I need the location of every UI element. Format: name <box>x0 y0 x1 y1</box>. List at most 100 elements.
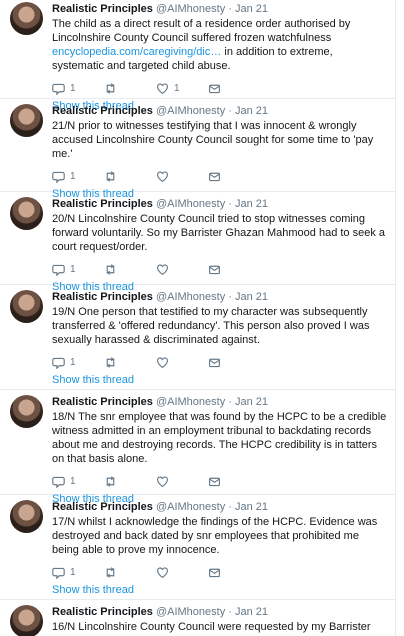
user-handle[interactable]: @AIMhonesty <box>156 291 225 303</box>
dm-button[interactable] <box>208 170 260 183</box>
avatar[interactable] <box>10 500 43 533</box>
reply-icon <box>52 264 65 276</box>
tweet-text: 20/N Lincolnshire County Council tried t… <box>52 213 386 253</box>
user-handle[interactable]: @AIMhonesty <box>156 198 225 210</box>
tweet-actions: 1 <box>52 353 387 371</box>
tweet-actions: 1 1 <box>52 79 387 97</box>
like-button[interactable] <box>156 475 208 488</box>
display-name[interactable]: Realistic Principles <box>52 501 153 513</box>
display-name[interactable]: Realistic Principles <box>52 291 153 303</box>
retweet-button[interactable] <box>104 356 156 369</box>
envelope-icon <box>209 265 220 274</box>
like-button[interactable]: 1 <box>156 82 208 95</box>
heart-icon <box>157 170 168 182</box>
reply-icon <box>52 171 65 183</box>
tweet-text: The child as a direct result of a reside… <box>52 17 387 73</box>
avatar[interactable] <box>10 395 43 428</box>
user-handle[interactable]: @AIMhonesty <box>156 501 225 513</box>
tweet-card[interactable]: Realistic Principles @AIMhonesty · Jan 2… <box>0 99 395 200</box>
display-name[interactable]: Realistic Principles <box>52 396 153 408</box>
separator-dot: · <box>228 606 232 618</box>
show-thread-link[interactable]: Show this thread <box>52 374 387 386</box>
tweet-text: 19/N One person that testified to my cha… <box>52 306 370 346</box>
display-name[interactable]: Realistic Principles <box>52 198 153 210</box>
retweet-button[interactable] <box>104 263 156 276</box>
tweet-card[interactable]: Realistic Principles @AIMhonesty · Jan 2… <box>0 495 395 600</box>
separator-dot: · <box>228 291 232 303</box>
dm-button[interactable] <box>208 82 260 95</box>
dm-button[interactable] <box>208 475 260 488</box>
show-thread-link[interactable]: Show this thread <box>52 584 387 596</box>
tweet-card[interactable]: Realistic Principles @AIMhonesty · Jan 2… <box>0 390 395 505</box>
tweet-text: 21/N prior to witnesses testifying that … <box>52 120 374 160</box>
retweet-button[interactable] <box>104 82 156 95</box>
tweet-date[interactable]: Jan 21 <box>235 606 268 618</box>
like-button[interactable] <box>156 356 208 369</box>
tweet-timeline: Realistic Principles @AIMhonesty · Jan 2… <box>0 0 396 636</box>
tweet-header: Realistic Principles @AIMhonesty · Jan 2… <box>52 197 387 211</box>
avatar[interactable] <box>10 290 43 323</box>
retweet-button[interactable] <box>104 566 156 579</box>
dm-button[interactable] <box>208 566 260 579</box>
tweet-date[interactable]: Jan 21 <box>235 3 268 15</box>
tweet-text: 18/N The snr employee that was found by … <box>52 411 387 465</box>
avatar[interactable] <box>10 2 43 35</box>
reply-icon <box>52 476 65 488</box>
like-count: 1 <box>174 82 180 94</box>
reply-count: 1 <box>70 263 76 275</box>
reply-count: 1 <box>70 170 76 182</box>
tweet-actions: 1 <box>52 472 387 490</box>
reply-icon <box>52 83 65 95</box>
user-handle[interactable]: @AIMhonesty <box>156 105 225 117</box>
user-handle[interactable]: @AIMhonesty <box>156 3 225 15</box>
reply-button[interactable]: 1 <box>52 356 104 369</box>
tweet-card[interactable]: Realistic Principles @AIMhonesty · Jan 2… <box>0 285 395 390</box>
avatar[interactable] <box>10 197 43 230</box>
reply-button[interactable]: 1 <box>52 82 104 95</box>
reply-button[interactable]: 1 <box>52 566 104 579</box>
envelope-icon <box>209 568 220 577</box>
tweet-header: Realistic Principles @AIMhonesty · Jan 2… <box>52 2 387 16</box>
reply-button[interactable]: 1 <box>52 475 104 488</box>
like-button[interactable] <box>156 170 208 183</box>
tweet-date[interactable]: Jan 21 <box>235 501 268 513</box>
retweet-button[interactable] <box>104 170 156 183</box>
tweet-card[interactable]: Realistic Principles @AIMhonesty · Jan 2… <box>0 0 395 112</box>
like-button[interactable] <box>156 566 208 579</box>
retweet-icon <box>106 475 115 487</box>
tweet-text-part: The child as a direct result of a reside… <box>52 18 351 44</box>
display-name[interactable]: Realistic Principles <box>52 105 153 117</box>
heart-icon <box>157 263 168 275</box>
tweet-actions: 1 <box>52 167 387 185</box>
reply-button[interactable]: 1 <box>52 170 104 183</box>
avatar[interactable] <box>10 104 43 137</box>
retweet-icon <box>106 566 115 578</box>
separator-dot: · <box>228 396 232 408</box>
tweet-card[interactable]: Realistic Principles @AIMhonesty · Jan 2… <box>0 192 395 293</box>
tweet-actions: 1 <box>52 563 387 581</box>
tweet-text: 16/N Lincolnshire County Council were re… <box>52 621 371 636</box>
tweet-header: Realistic Principles @AIMhonesty · Jan 2… <box>52 290 387 304</box>
retweet-button[interactable] <box>104 475 156 488</box>
tweet-date[interactable]: Jan 21 <box>235 396 268 408</box>
heart-icon <box>157 475 168 487</box>
display-name[interactable]: Realistic Principles <box>52 3 153 15</box>
user-handle[interactable]: @AIMhonesty <box>156 606 225 618</box>
user-handle[interactable]: @AIMhonesty <box>156 396 225 408</box>
tweet-date[interactable]: Jan 21 <box>235 105 268 117</box>
reply-button[interactable]: 1 <box>52 263 104 276</box>
avatar[interactable] <box>10 605 43 636</box>
tweet-date[interactable]: Jan 21 <box>235 291 268 303</box>
tweet-link[interactable]: encyclopedia.com/caregiving/dic… <box>52 46 221 58</box>
tweet-card[interactable]: Realistic Principles @AIMhonesty · Jan 2… <box>0 600 395 636</box>
separator-dot: · <box>228 198 232 210</box>
envelope-icon <box>209 358 220 367</box>
tweet-date[interactable]: Jan 21 <box>235 198 268 210</box>
retweet-icon <box>106 170 115 182</box>
dm-button[interactable] <box>208 263 260 276</box>
retweet-icon <box>106 263 115 275</box>
dm-button[interactable] <box>208 356 260 369</box>
display-name[interactable]: Realistic Principles <box>52 606 153 618</box>
separator-dot: · <box>228 105 232 117</box>
like-button[interactable] <box>156 263 208 276</box>
